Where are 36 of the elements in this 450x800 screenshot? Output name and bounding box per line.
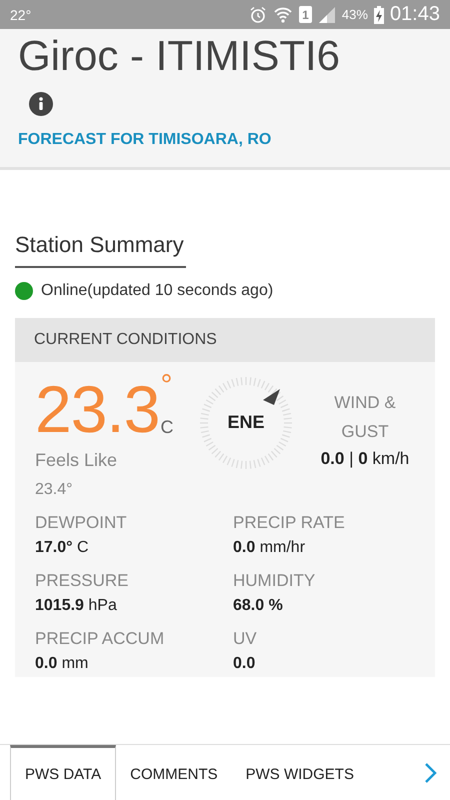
- metric-value: 68.0 %: [233, 597, 284, 615]
- alarm-clock-icon: [248, 6, 267, 24]
- metric-value: 1015.9 hPa: [35, 597, 118, 615]
- metric-label: HUMIDITY: [233, 571, 316, 591]
- chevron-right-icon[interactable]: [422, 760, 438, 784]
- metric-value: 17.0° C: [35, 539, 90, 557]
- temperature-value: 23.3: [35, 374, 160, 444]
- degree-sign: °: [160, 374, 174, 398]
- tab[interactable]: PWS DATA: [10, 745, 116, 800]
- metric-label: UV: [233, 629, 258, 649]
- status-temperature: 22°: [10, 6, 32, 22]
- wind-direction: ENE: [226, 412, 266, 433]
- metric-label: PRECIP ACCUM: [35, 629, 166, 649]
- section-heading: Station Summary: [15, 232, 186, 268]
- temperature-unit: C: [160, 417, 174, 438]
- metric-label: PRECIP RATE: [233, 513, 346, 533]
- status-time: 01:43: [390, 3, 440, 26]
- signal-icon: [318, 6, 336, 24]
- battery-charging-icon: [374, 6, 384, 24]
- status-text: Online(updated 10 seconds ago): [41, 282, 274, 300]
- feels-like-value: 23.4°: [35, 481, 74, 499]
- metric-value: 0.0 mm/hr: [233, 539, 306, 557]
- metric-label: DEWPOINT: [35, 513, 128, 533]
- sim-icon: 1: [298, 6, 312, 23]
- card-header: CURRENT CONDITIONS: [15, 318, 435, 362]
- metric-label: PRESSURE: [35, 571, 130, 591]
- battery-percent: 43%: [342, 7, 368, 22]
- metric-value: 0.0: [233, 655, 256, 673]
- wind-label: WIND & GUST: [333, 392, 397, 443]
- info-icon[interactable]: [28, 91, 54, 117]
- metric-value: 0.0 mm: [35, 655, 90, 673]
- wind-reading: 0.0 | 0 km/h: [320, 449, 410, 469]
- station-title: Giroc - ITIMISTI6: [18, 33, 340, 79]
- wifi-icon: [272, 6, 293, 24]
- compass-dial-icon: [197, 374, 295, 472]
- feels-like-label: Feels Like: [35, 450, 118, 471]
